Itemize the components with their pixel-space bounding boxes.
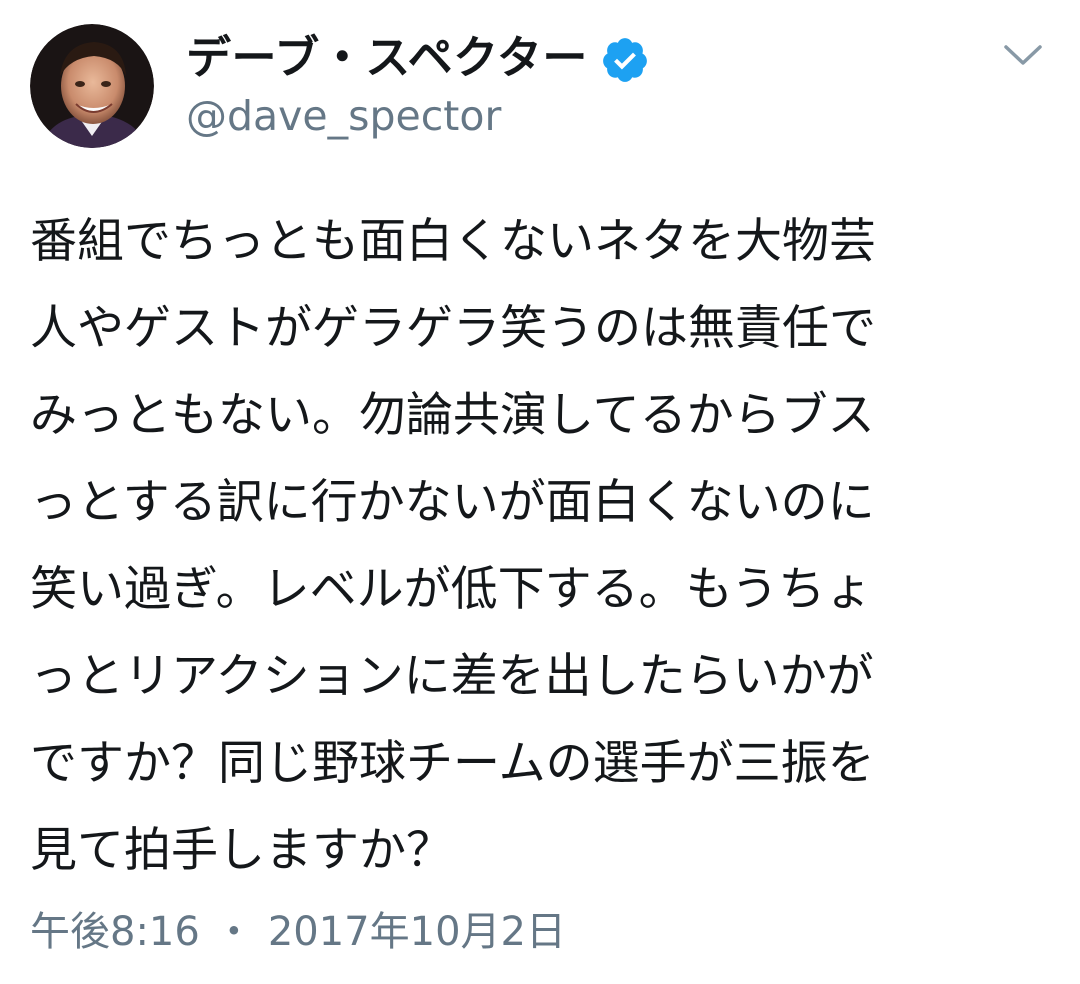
tweet-text: 番組でちっとも面白くないネタを大物芸 人やゲストがゲラゲラ笑うのは無責任で みっ… <box>30 214 876 878</box>
tweet-time: 午後8:16 <box>30 909 200 955</box>
display-name[interactable]: デーブ・スペクター <box>186 28 588 88</box>
chevron-down-icon <box>1004 45 1042 65</box>
tweet-menu-button[interactable] <box>994 30 1052 80</box>
avatar-photo <box>30 24 154 148</box>
tweet-timestamp[interactable]: 午後8:16 ・ 2017年10月2日 <box>30 902 566 962</box>
tweet-date: 2017年10月2日 <box>267 909 566 955</box>
verified-badge-icon <box>600 35 650 85</box>
timestamp-separator: ・ <box>213 909 254 955</box>
user-handle[interactable]: @dave_spector <box>186 88 501 144</box>
avatar[interactable] <box>30 24 154 148</box>
tweet-card: デーブ・スペクター @dave_spector 番組でちっとも面白くないネタを大… <box>0 0 1080 984</box>
author-name-row: デーブ・スペクター <box>186 28 650 88</box>
